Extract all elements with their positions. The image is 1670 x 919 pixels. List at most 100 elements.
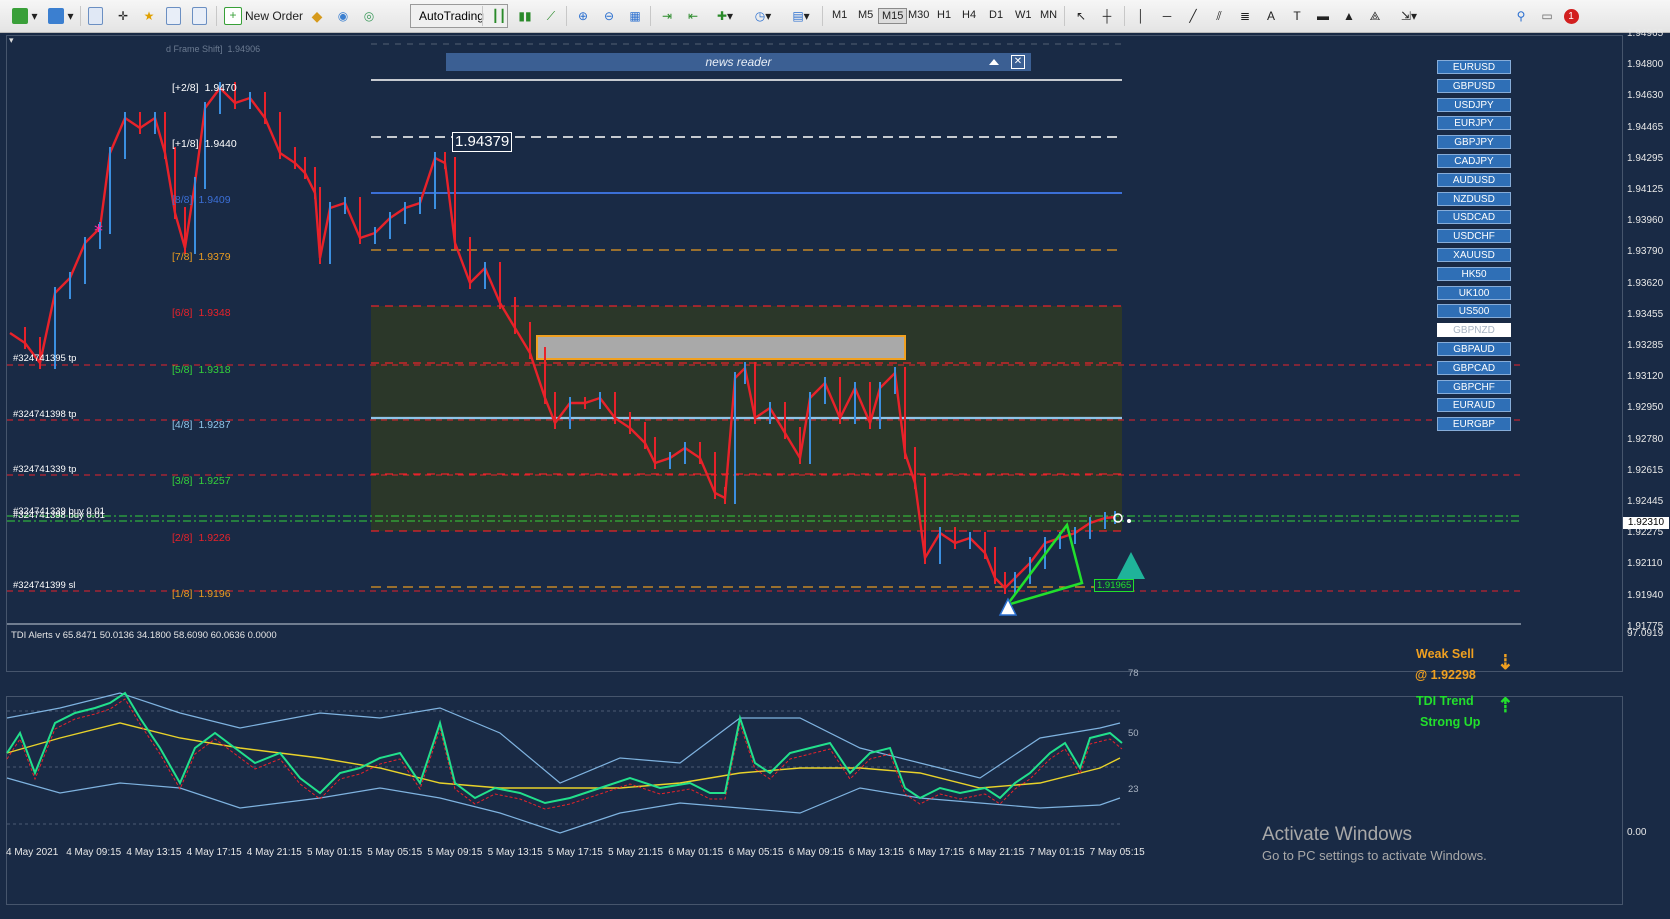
cursor-icon[interactable]: ↖ (1072, 6, 1090, 26)
tile-windows-icon[interactable]: ▦ (626, 6, 644, 26)
symbol-button-audusd[interactable]: AUDUSD (1437, 172, 1511, 187)
timeframe-m5[interactable]: M5 (855, 8, 876, 22)
autotrading-label: AutoTrading (419, 9, 484, 23)
bar-chart-icon[interactable]: ┃┃ (490, 6, 508, 26)
symbol-button-gbpjpy[interactable]: GBPJPY (1437, 135, 1511, 150)
collapse-icon[interactable] (989, 59, 999, 65)
symbol-button-xauusd[interactable]: XAUUSD (1437, 248, 1511, 262)
meta-editor-icon[interactable]: ◆ (308, 6, 326, 26)
main-toolbar: ▾ ▾ ✛ ★ + New Order ◆ ◉ ◎ AutoTrading ┃┃ … (0, 0, 1670, 33)
templates-icon[interactable]: ▤ ▾ (786, 6, 816, 26)
symbol-button-cadjpy[interactable]: CADJPY (1437, 154, 1511, 168)
zoom-in-icon[interactable]: ⊕ (574, 6, 592, 26)
favorites-icon[interactable]: ★ (140, 6, 158, 26)
timeframe-m1[interactable]: M1 (829, 8, 850, 22)
murrey-level-name: [5/8] (172, 364, 193, 376)
timeframe-w1[interactable]: W1 (1012, 8, 1035, 22)
terminal-icon[interactable] (192, 6, 210, 26)
search-icon[interactable]: ⚲ (1512, 6, 1530, 26)
trade-label: #324741339 tp (13, 464, 77, 475)
vertical-line-icon[interactable]: │ (1132, 6, 1150, 26)
murrey-level-price: 1.9470 (204, 82, 237, 94)
time-axis-label: 5 May 17:15 (547, 847, 603, 858)
tdi-level-50: 50 (1128, 728, 1139, 739)
signals-icon[interactable]: ◉ (334, 6, 352, 26)
new-chart-icon[interactable]: ▾ (10, 6, 40, 26)
murrey-level-price: 1.9226 (198, 532, 231, 544)
close-icon[interactable]: ✕ (1011, 55, 1025, 69)
arrows-tool-icon[interactable]: ⇲▾ (1394, 6, 1424, 26)
down-arrow-icon: ⇣ (1497, 652, 1514, 674)
indicators-icon[interactable]: ✚ ▾ (710, 6, 740, 26)
chat-icon[interactable]: ▭ (1538, 6, 1556, 26)
symbol-button-gbpaud[interactable]: GBPAUD (1437, 342, 1511, 356)
symbol-button-us500[interactable]: US500 (1437, 304, 1511, 319)
price-axis-label: 1.94965 (1627, 28, 1664, 39)
candlestick-icon[interactable]: ▮▮ (516, 6, 534, 26)
chart-shift-icon[interactable]: ⇤ (684, 6, 702, 26)
symbol-button-usdjpy[interactable]: USDJPY (1437, 97, 1511, 112)
murrey-level-price: 1.9196 (198, 588, 231, 600)
vps-icon[interactable]: ◎ (360, 6, 378, 26)
price-axis-label: 1.91940 (1627, 589, 1664, 601)
price-axis-label: 1.94630 (1627, 90, 1664, 102)
price-axis-label: 1.94800 (1627, 59, 1664, 71)
symbol-button-eurgbp[interactable]: EURGBP (1437, 417, 1511, 432)
murrey-level-name: [7/8] (172, 251, 193, 263)
auto-scroll-icon[interactable]: ⇥ (658, 6, 676, 26)
crosshair-tool-icon[interactable]: ┼ (1098, 6, 1116, 26)
tdi-level-23: 23 (1128, 784, 1139, 795)
rectangle-icon[interactable]: ▬ (1314, 6, 1332, 26)
murrey-level-label: [5/8] 1.9318 (172, 364, 231, 376)
market-watch-icon[interactable] (88, 6, 106, 26)
text-label-icon[interactable]: T (1288, 6, 1306, 26)
murrey-level-label: [+1/8] 1.9440 (172, 138, 237, 150)
price-axis-label: 1.92110 (1627, 558, 1663, 570)
symbol-button-hk50[interactable]: HK50 (1437, 266, 1511, 281)
time-axis-label: 7 May 01:15 (1029, 847, 1085, 858)
line-chart-icon[interactable]: ⟋ (542, 6, 560, 26)
up-arrow-icon: ⇡ (1497, 695, 1514, 717)
navigator-icon[interactable] (166, 6, 184, 26)
trade-label: #324741395 tp (13, 353, 77, 364)
news-reader-bar[interactable]: news reader ✕ (446, 53, 1031, 71)
news-reader-title: news reader (705, 55, 772, 69)
symbol-button-gbpusd[interactable]: GBPUSD (1437, 78, 1511, 93)
new-order-button[interactable]: + New Order (224, 6, 304, 26)
triangle-icon[interactable]: ▲ (1340, 6, 1358, 26)
timeframe-d1[interactable]: D1 (986, 8, 1006, 22)
symbol-button-gbpchf[interactable]: GBPCHF (1437, 379, 1511, 394)
symbol-button-usdchf[interactable]: USDCHF (1437, 229, 1511, 244)
crosshair-icon[interactable]: ✛ (114, 6, 132, 26)
timeframe-m30[interactable]: M30 (905, 8, 932, 22)
price-axis-label: 1.93960 (1627, 215, 1664, 227)
notification-badge[interactable]: 1 (1562, 6, 1580, 26)
symbol-button-eurusd[interactable]: EURUSD (1437, 60, 1511, 74)
text-tool-icon[interactable]: A (1262, 6, 1280, 26)
time-axis-label: 6 May 01:15 (668, 847, 724, 858)
symbol-button-euraud[interactable]: EURAUD (1437, 398, 1511, 413)
symbol-button-uk100[interactable]: UK100 (1437, 285, 1511, 300)
symbol-button-usdcad[interactable]: USDCAD (1437, 210, 1511, 225)
timeframe-mn[interactable]: MN (1037, 8, 1060, 22)
time-axis-label: 5 May 13:15 (487, 847, 543, 858)
chart-window[interactable]: ▾ * d Frame Shift] 1.94906 news reader ✕… (0, 28, 1670, 919)
price-axis-label: 1.94465 (1627, 121, 1664, 133)
timeframe-h4[interactable]: H4 (959, 8, 979, 22)
trendline-icon[interactable]: ╱ (1184, 6, 1202, 26)
profiles-icon[interactable]: ▾ (46, 6, 76, 26)
timeframe-m15[interactable]: M15 (878, 8, 908, 24)
symbol-button-nzdusd[interactable]: NZDUSD (1437, 191, 1511, 206)
murrey-level-price: 1.9287 (198, 419, 231, 431)
periods-icon[interactable]: ◷ ▾ (748, 6, 778, 26)
symbol-button-gbpnzd[interactable]: GBPNZD (1437, 323, 1511, 338)
symbol-button-gbpcad[interactable]: GBPCAD (1437, 360, 1511, 375)
fibonacci-icon[interactable]: ≣ (1236, 6, 1254, 26)
horizontal-line-icon[interactable]: ─ (1158, 6, 1176, 26)
zoom-out-icon[interactable]: ⊖ (600, 6, 618, 26)
equidistant-channel-icon[interactable]: ⫽ (1210, 6, 1228, 26)
symbol-button-eurjpy[interactable]: EURJPY (1437, 116, 1511, 131)
price-axis[interactable]: 1.94965 1.94800 1.94630 1.94465 1.94295 1.941… (1623, 28, 1670, 919)
timeframe-h1[interactable]: H1 (934, 8, 954, 22)
gann-fan-icon[interactable]: ⟁ (1366, 6, 1384, 26)
